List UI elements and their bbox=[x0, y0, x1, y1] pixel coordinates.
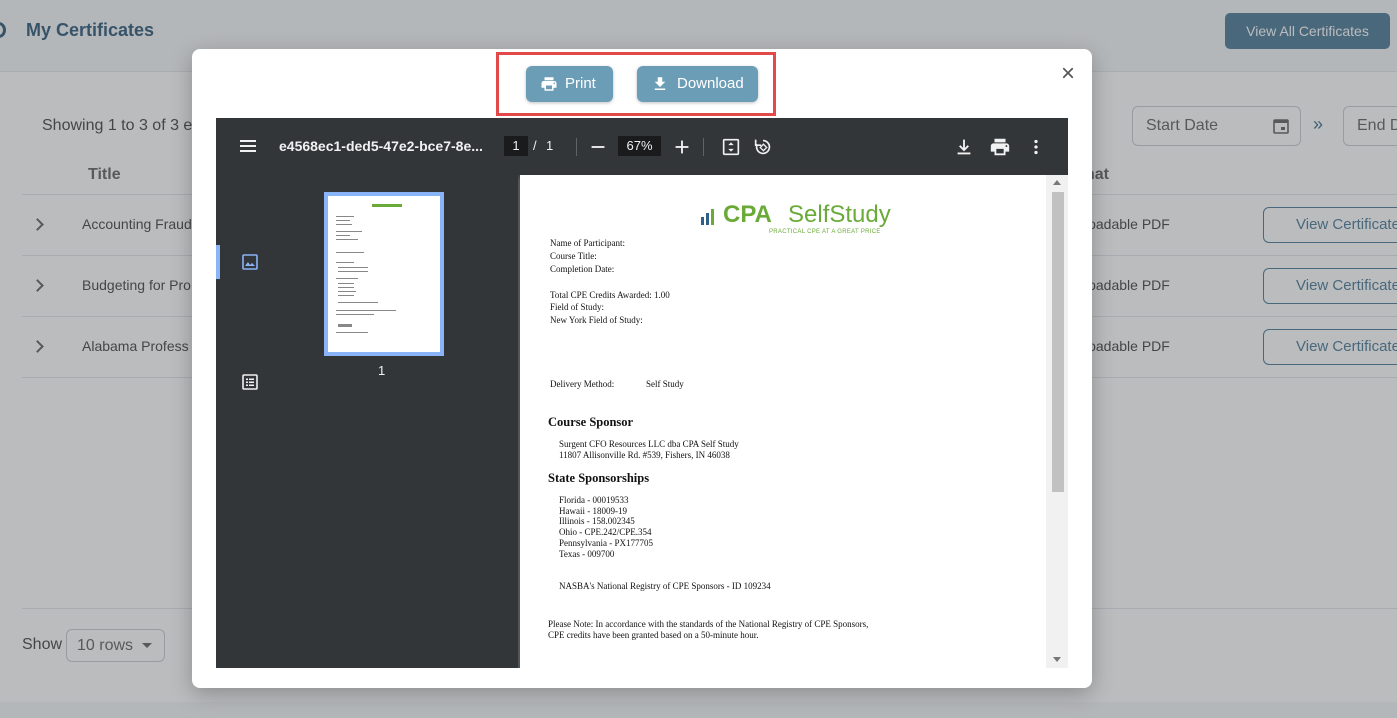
toolbar-divider bbox=[576, 138, 577, 156]
delivery-method-value: Self Study bbox=[646, 379, 684, 389]
state-sponsorship-item: Ohio - CPE.242/CPE.354 bbox=[559, 527, 652, 537]
thumbnail-sidebar: 1 bbox=[216, 175, 518, 668]
certificate-modal: Print Download × e4568ec1-ded5-47e2-bce7… bbox=[192, 49, 1092, 688]
more-options-icon[interactable] bbox=[1025, 136, 1047, 158]
print-icon[interactable] bbox=[989, 136, 1011, 158]
logo-tagline: PRACTICAL CPE AT A GREAT PRICE bbox=[769, 229, 881, 235]
pdf-toolbar: e4568ec1-ded5-47e2-bce7-8e... 1 / 1 67% bbox=[216, 118, 1068, 175]
download-icon[interactable] bbox=[953, 136, 975, 158]
ny-field-of-study-label: New York Field of Study: bbox=[550, 315, 643, 325]
sponsor-address: 11807 Allisonville Rd. #539, Fishers, IN… bbox=[559, 450, 730, 460]
pdf-viewer: e4568ec1-ded5-47e2-bce7-8e... 1 / 1 67% bbox=[216, 118, 1068, 668]
page-number-input[interactable]: 1 bbox=[504, 136, 528, 156]
state-sponsorship-item: Illinois - 158.002345 bbox=[559, 516, 635, 526]
course-title-label: Course Title: bbox=[550, 251, 597, 261]
field-of-study-label: Field of Study: bbox=[550, 302, 605, 312]
state-sponsorship-item: Florida - 00019533 bbox=[559, 495, 629, 505]
print-label: Print bbox=[565, 75, 596, 92]
course-sponsor-heading: Course Sponsor bbox=[548, 415, 634, 429]
zoom-in-icon[interactable] bbox=[671, 136, 693, 158]
pdf-filename: e4568ec1-ded5-47e2-bce7-8e... bbox=[279, 138, 483, 154]
logo-cpa: CPA bbox=[723, 201, 772, 228]
logo-selfstudy: SelfStudy bbox=[788, 201, 891, 228]
download-label: Download bbox=[677, 75, 744, 92]
page-thumbnail[interactable] bbox=[324, 192, 444, 356]
state-sponsorship-item: Texas - 009700 bbox=[559, 549, 615, 559]
page-separator: / bbox=[533, 138, 537, 153]
toolbar-divider bbox=[703, 138, 704, 156]
active-view-indicator bbox=[216, 245, 220, 279]
credits-awarded: Total CPE Credits Awarded: 1.00 bbox=[550, 290, 670, 300]
scrollbar-thumb[interactable] bbox=[1052, 192, 1064, 492]
bar-chart-icon bbox=[701, 207, 719, 225]
rotate-icon[interactable] bbox=[752, 136, 774, 158]
sponsor-name: Surgent CFO Resources LLC dba CPA Self S… bbox=[559, 439, 739, 449]
pdf-page: CPA SelfStudy PRACTICAL CPE AT A GREAT P… bbox=[520, 175, 1046, 668]
thumbnail-page-number: 1 bbox=[378, 363, 386, 378]
download-button[interactable]: Download bbox=[637, 66, 758, 102]
pdf-scrollbar[interactable] bbox=[1046, 175, 1068, 668]
scroll-down-icon[interactable] bbox=[1053, 657, 1061, 662]
state-sponsorship-item: Pennsylvania - PX177705 bbox=[559, 538, 653, 548]
completion-date-label: Completion Date: bbox=[550, 264, 615, 274]
download-icon bbox=[654, 77, 666, 90]
delivery-method-label: Delivery Method: bbox=[550, 379, 615, 389]
print-button[interactable]: Print bbox=[526, 66, 613, 102]
note-line-2: CPE credits have been granted based on a… bbox=[548, 630, 759, 640]
state-sponsorship-item: Hawaii - 18009-19 bbox=[559, 506, 627, 516]
outline-view-icon[interactable] bbox=[241, 373, 259, 391]
fit-page-icon[interactable] bbox=[720, 136, 742, 158]
thumbnail-view-icon[interactable] bbox=[241, 253, 259, 271]
nasba-registry: NASBA's National Registry of CPE Sponsor… bbox=[559, 581, 771, 591]
print-icon bbox=[541, 77, 557, 91]
participant-label: Name of Participant: bbox=[550, 238, 625, 248]
page-total: 1 bbox=[546, 138, 554, 153]
zoom-out-icon[interactable] bbox=[587, 136, 609, 158]
scroll-up-icon[interactable] bbox=[1053, 180, 1061, 185]
zoom-level-input[interactable]: 67% bbox=[618, 136, 661, 156]
close-icon[interactable]: × bbox=[1057, 62, 1079, 86]
state-sponsorships-heading: State Sponsorships bbox=[548, 471, 650, 485]
note-line-1: Please Note: In accordance with the stan… bbox=[548, 619, 869, 629]
